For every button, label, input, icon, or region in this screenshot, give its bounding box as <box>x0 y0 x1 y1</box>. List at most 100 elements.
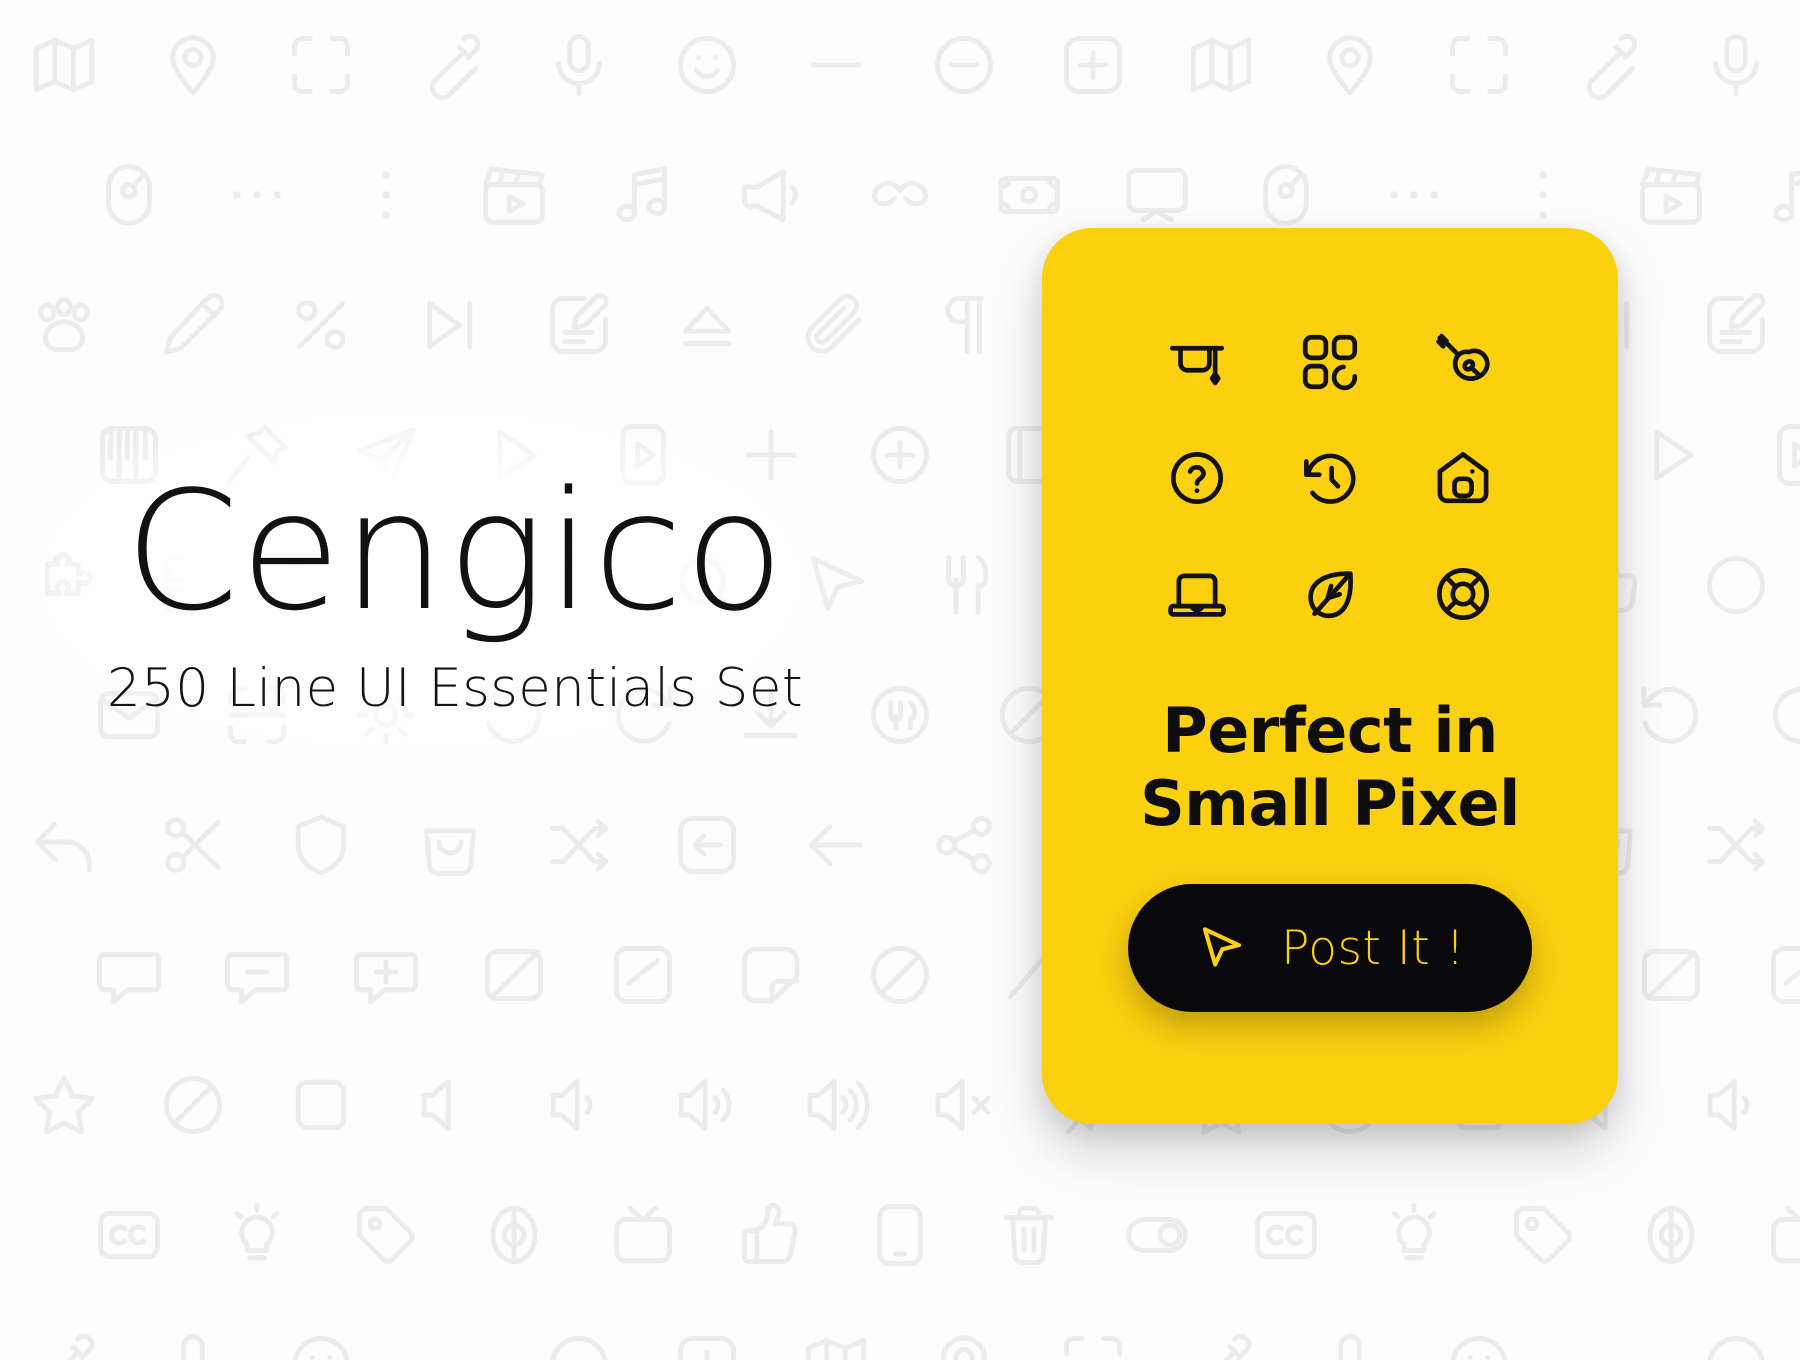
help-circle-icon <box>1164 445 1230 511</box>
location-pin-icon <box>1313 28 1387 102</box>
lightbulb-icon <box>220 1198 294 1272</box>
dots-vertical-icon <box>349 158 423 232</box>
microphone-icon <box>542 28 616 102</box>
closed-caption-icon <box>1249 1198 1323 1272</box>
megaphone-icon <box>734 158 808 232</box>
eyedropper-icon <box>1570 28 1644 102</box>
image-slash-icon <box>1634 938 1708 1012</box>
guitar-icon <box>1430 329 1496 395</box>
fork-knife-icon <box>927 548 1001 622</box>
image-slash-icon <box>477 938 551 1012</box>
note-edit-icon <box>542 288 616 362</box>
dots-horizontal-icon <box>1377 158 1451 232</box>
lightbulb-icon <box>1377 1198 1451 1272</box>
dots-vertical-icon <box>1506 158 1580 232</box>
slash-circle-icon <box>863 938 937 1012</box>
paragraph-icon <box>927 288 1001 362</box>
eyedropper-icon <box>413 28 487 102</box>
shuffle-icon <box>1699 808 1773 882</box>
closed-caption-icon <box>92 1198 166 1272</box>
minus-circle-icon <box>927 28 1001 102</box>
apps-grid-icon <box>1297 329 1363 395</box>
cursor-arrow-icon <box>1195 922 1247 974</box>
toggle-icon <box>1120 1198 1194 1272</box>
mouse-icon <box>92 158 166 232</box>
lifebuoy-icon <box>1430 561 1496 627</box>
eyedropper-icon <box>27 1328 101 1360</box>
music-note-icon <box>606 158 680 232</box>
crop-frame-icon <box>1056 1328 1130 1360</box>
volume-low-icon <box>1699 1068 1773 1142</box>
crop-frame-icon <box>1442 28 1516 102</box>
arrow-left-box-icon <box>670 808 744 882</box>
location-pin-icon <box>927 1328 1001 1360</box>
music-note-icon <box>1763 158 1800 232</box>
star-icon <box>27 1068 101 1142</box>
card-headline: Perfect in Small Pixel <box>1042 694 1618 840</box>
rotate-icon <box>1634 678 1708 752</box>
volume-high-icon <box>799 1068 873 1142</box>
no-entry-icon <box>156 1068 230 1142</box>
mouse-icon <box>1249 158 1323 232</box>
minus-icon <box>1570 1328 1644 1360</box>
emoji-smile-icon <box>284 1328 358 1360</box>
minus-circle-icon <box>1699 1328 1773 1360</box>
card-headline-line-1: Perfect in <box>1162 694 1498 767</box>
target-icon <box>477 1198 551 1272</box>
microphone-icon <box>156 1328 230 1360</box>
dots-horizontal-icon <box>220 158 294 232</box>
scissors-icon <box>156 808 230 882</box>
arrow-left-icon <box>799 808 873 882</box>
paw-icon <box>27 288 101 362</box>
chat-minus-icon <box>220 938 294 1012</box>
tag-icon <box>349 1198 423 1272</box>
clapperboard-icon <box>1634 158 1708 232</box>
shuffle-icon <box>542 808 616 882</box>
play-rect-icon <box>1763 418 1800 492</box>
play-icon <box>1634 418 1708 492</box>
emoji-smile-icon <box>670 28 744 102</box>
minus-circle-icon <box>542 1328 616 1360</box>
clapperboard-icon <box>477 158 551 232</box>
brand-hero: Cengico 250 Line UI Essentials Set <box>0 456 910 720</box>
tag-icon <box>1506 1198 1580 1272</box>
circle-icon <box>1699 548 1773 622</box>
note-edit-icon <box>1699 288 1773 362</box>
volume-low-icon <box>542 1068 616 1142</box>
mustache-icon <box>863 158 937 232</box>
map-icon <box>27 28 101 102</box>
icon-preview-grid <box>1130 304 1530 652</box>
microphone-icon <box>1313 1328 1387 1360</box>
card-headline-line-2: Small Pixel <box>1140 767 1520 841</box>
tablet-icon <box>863 1198 937 1272</box>
location-pin-icon <box>156 28 230 102</box>
eject-icon <box>670 288 744 362</box>
stop-icon <box>284 1068 358 1142</box>
chat-icon <box>92 938 166 1012</box>
tv-icon <box>1763 1198 1800 1272</box>
emoji-smile-icon <box>1442 1328 1516 1360</box>
home-camera-icon <box>1430 445 1496 511</box>
volume-x-icon <box>927 1068 1001 1142</box>
page-subtitle: 250 Line UI Essentials Set <box>106 658 804 719</box>
volume-mid-icon <box>670 1068 744 1142</box>
plus-square-icon <box>1056 28 1130 102</box>
percent-icon <box>284 288 358 362</box>
share-icon <box>927 808 1001 882</box>
thumbs-up-icon <box>734 1198 808 1272</box>
shield-icon <box>284 808 358 882</box>
skip-forward-icon <box>413 288 487 362</box>
plus-square-icon <box>670 1328 744 1360</box>
target-icon <box>1634 1198 1708 1272</box>
bag-icon <box>413 808 487 882</box>
post-it-button[interactable]: Post It ! <box>1128 884 1532 1013</box>
page-title: Cengico <box>124 456 786 647</box>
post-it-button-label: Post It ! <box>1281 920 1465 976</box>
eyedropper-icon <box>1184 1328 1258 1360</box>
graduation-cap-icon <box>1164 329 1230 395</box>
minus-icon <box>799 28 873 102</box>
poster-canvas: Cengico 250 Line UI Essentials Set Perfe… <box>0 0 1800 1360</box>
volume-off-icon <box>413 1068 487 1142</box>
chat-plus-icon <box>349 938 423 1012</box>
sticker-icon <box>734 938 808 1012</box>
